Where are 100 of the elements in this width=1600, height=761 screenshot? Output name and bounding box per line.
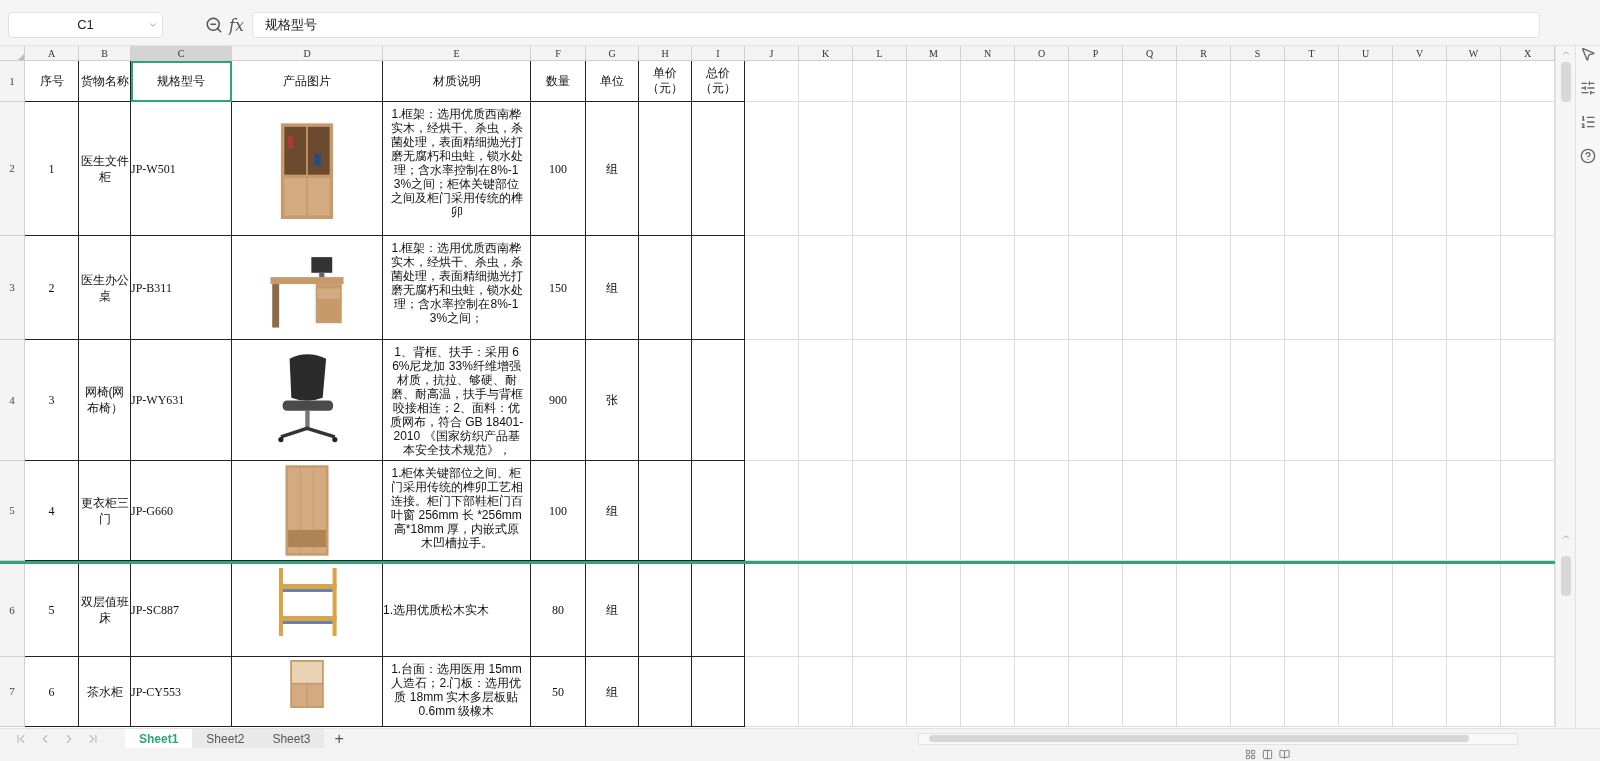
column-header[interactable]: Q: [1145, 46, 1154, 61]
table-cell-text: JP-CY553: [131, 683, 181, 701]
row-number[interactable]: 4: [9, 391, 15, 409]
column-header[interactable]: R: [1200, 46, 1207, 61]
table-cell-text: 1.台面：选用医用 15mm 人造石；2.门板：选用优质 18mm 实木多层板贴 0.6mm 级橡木: [390, 662, 523, 718]
table-cell-text: 组: [606, 683, 618, 701]
table-cell: 更衣柜三门: [79, 494, 130, 527]
table-cell-text: 2: [48, 279, 55, 297]
empty-cell[interactable]: [692, 102, 745, 236]
empty-cell[interactable]: [639, 461, 692, 561]
empty-cell[interactable]: [692, 461, 745, 561]
column-header[interactable]: S: [1254, 46, 1261, 61]
table-cell-text: 150: [549, 279, 567, 297]
column-header[interactable]: X: [1523, 46, 1532, 61]
header-cell: 单价（元）: [646, 66, 684, 96]
row-number[interactable]: 1: [9, 72, 15, 90]
table-cell-text: 组: [606, 160, 618, 178]
sliders-icon[interactable]: [1580, 80, 1596, 96]
empty-cell[interactable]: [692, 564, 745, 657]
formula-field[interactable]: 规格型号: [251, 12, 1540, 38]
horizontal-scrollbar[interactable]: [917, 732, 1518, 745]
empty-cell[interactable]: [639, 564, 692, 657]
column-header[interactable]: K: [821, 46, 830, 61]
sheet-tab[interactable]: Sheet3: [258, 728, 325, 749]
table-cell-text: 网椅(网布椅）: [83, 384, 126, 416]
scroll-thumb[interactable]: [928, 735, 1469, 742]
row-number[interactable]: 5: [9, 502, 15, 519]
fx-label[interactable]: fx: [229, 14, 244, 38]
table-cell-text: 1.框架：选用优质西南桦实木，经烘干、杀虫，杀菌处理，表面精细抛光打磨无腐朽和虫蛀，锁水处理；含水率控制在8%-13%之间；: [389, 241, 524, 325]
empty-cell[interactable]: [692, 340, 745, 461]
table-cell: 医生办公桌: [79, 271, 130, 304]
column-header[interactable]: C: [177, 46, 185, 61]
table-cell-text: 组: [606, 502, 618, 520]
column-header[interactable]: F: [555, 46, 561, 61]
header-cell: 序号: [39, 73, 64, 89]
sheet-tab[interactable]: Sheet2: [192, 728, 259, 749]
table-cell-text: 100: [549, 160, 567, 178]
table-cell-text: 5: [48, 602, 55, 619]
dropdown-caret-icon[interactable]: [148, 20, 158, 30]
table-cell-text: JP-WY631: [131, 392, 185, 409]
column-header[interactable]: V: [1415, 46, 1424, 61]
row-number[interactable]: 7: [9, 683, 15, 700]
column-header[interactable]: W: [1468, 46, 1479, 61]
header-cell: 规格型号: [157, 73, 205, 89]
table-cell: 1.选用优质松木实木: [383, 603, 489, 617]
table-cell-text: 4: [48, 502, 55, 520]
list-icon[interactable]: [1580, 114, 1596, 130]
empty-cell[interactable]: [692, 657, 745, 727]
table-cell-text: 1.柜体关键部位之间、柜门采用传统的榫卯工艺相连接。柜门下部鞋柜门百叶窗 256mm 长 *256mm 高*18mm 厚，内嵌式原木凹槽拉手。: [389, 466, 524, 550]
reading-view-icon[interactable]: [1279, 749, 1290, 760]
header-cell: 总价（元）: [699, 66, 737, 96]
column-header[interactable]: I: [716, 46, 720, 61]
table-cell: 茶水柜: [85, 683, 124, 700]
column-header[interactable]: E: [453, 46, 460, 61]
row-number[interactable]: 2: [9, 160, 15, 177]
table-cell-text: JP-SC887: [131, 602, 180, 619]
empty-cell[interactable]: [692, 236, 745, 340]
column-header[interactable]: G: [608, 46, 616, 61]
table-cell: 医生文件柜: [79, 152, 130, 185]
empty-cell[interactable]: [639, 102, 692, 236]
column-header[interactable]: D: [303, 46, 311, 61]
table-cell: 双层值班床: [79, 594, 130, 626]
name-box[interactable]: C1: [8, 12, 163, 38]
column-header[interactable]: L: [876, 46, 883, 61]
page-view-icon[interactable]: [1262, 749, 1273, 760]
table-cell: 1、背框、扶手：采用 66%尼龙加 33%纤维增强材质，抗拉、够硬、耐磨、耐高温，扶手与背框咬接相连；2、面料：优质网布，符合 GB 18401-2010 《国家纺织产品基本安全技术规范》，: [388, 345, 525, 457]
help-icon[interactable]: [1580, 148, 1596, 164]
header-cell: 数量: [546, 73, 570, 89]
column-header[interactable]: P: [1092, 46, 1099, 61]
column-header[interactable]: U: [1361, 46, 1370, 61]
header-cell: 产品图片: [283, 73, 331, 89]
table-cell-text: 1.框架：选用优质西南桦实木，经烘干、杀虫，杀菌处理，表面精细抛光打磨无腐朽和虫蛀，锁水处理；含水率控制在8%-13%之间；柜体关键部位之间及柜门采用传统的榫卯: [389, 107, 524, 219]
empty-cell[interactable]: [639, 236, 692, 340]
row-number[interactable]: 3: [9, 279, 15, 296]
table-cell-text: 900: [549, 392, 567, 409]
column-header[interactable]: J: [769, 46, 774, 61]
zoom-icon[interactable]: [205, 16, 223, 34]
table-cell-text: 组: [606, 279, 618, 297]
column-header[interactable]: O: [1037, 46, 1046, 61]
row-number[interactable]: 6: [9, 601, 15, 619]
normal-view-icon[interactable]: [1245, 749, 1256, 760]
header-cell: 材质说明: [432, 73, 481, 89]
column-header[interactable]: B: [101, 46, 108, 61]
empty-cell[interactable]: [639, 657, 692, 727]
add-sheet-button[interactable]: +: [330, 726, 348, 751]
column-header[interactable]: H: [661, 46, 669, 61]
table-cell-text: 3: [48, 392, 55, 409]
table-cell-text: 1: [48, 160, 55, 178]
scroll-thumb[interactable]: [1560, 62, 1571, 102]
header-cell: 货物名称: [80, 73, 129, 89]
column-header[interactable]: M: [929, 46, 938, 61]
column-header[interactable]: A: [47, 46, 56, 61]
cursor-icon[interactable]: [1580, 46, 1596, 62]
column-header[interactable]: T: [1308, 46, 1315, 61]
table-cell-text: 6: [48, 683, 55, 701]
column-header[interactable]: N: [983, 46, 992, 61]
scroll-up-icon[interactable]: [1560, 48, 1571, 58]
scroll-up-icon[interactable]: [1560, 532, 1571, 542]
empty-cell[interactable]: [639, 340, 692, 461]
scroll-thumb[interactable]: [1560, 556, 1571, 596]
